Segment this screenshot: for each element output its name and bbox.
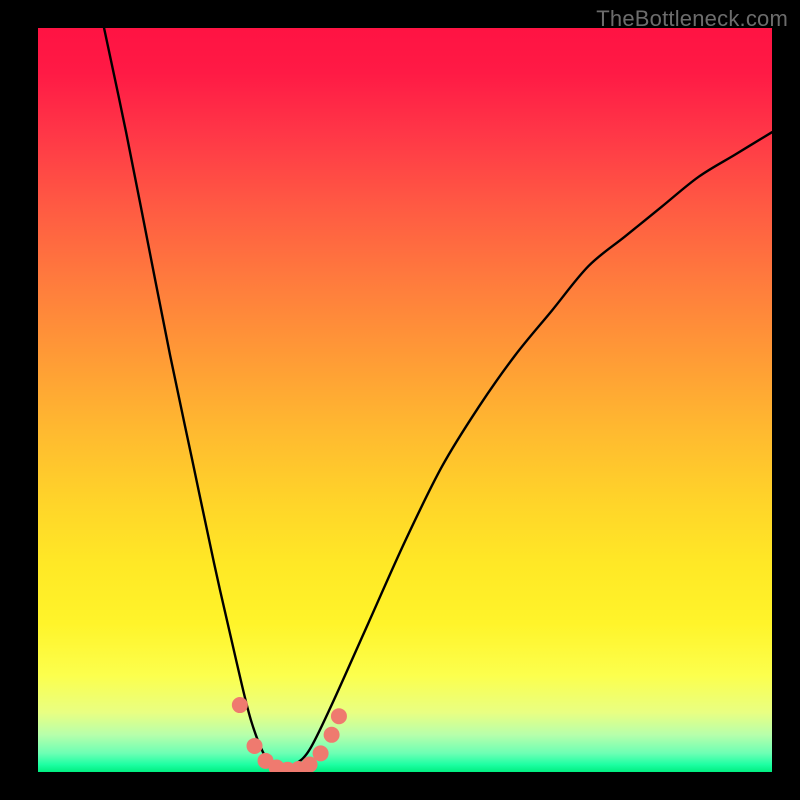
curve-svg [38,28,772,772]
v-curve [104,28,772,772]
chart-frame: TheBottleneck.com [0,0,800,800]
plot-area [38,28,772,772]
trough-marker [247,738,263,754]
trough-marker [324,727,340,743]
bottleneck-curve [104,28,772,772]
trough-marker [313,745,329,761]
trough-marker [331,708,347,724]
trough-marker [232,697,248,713]
